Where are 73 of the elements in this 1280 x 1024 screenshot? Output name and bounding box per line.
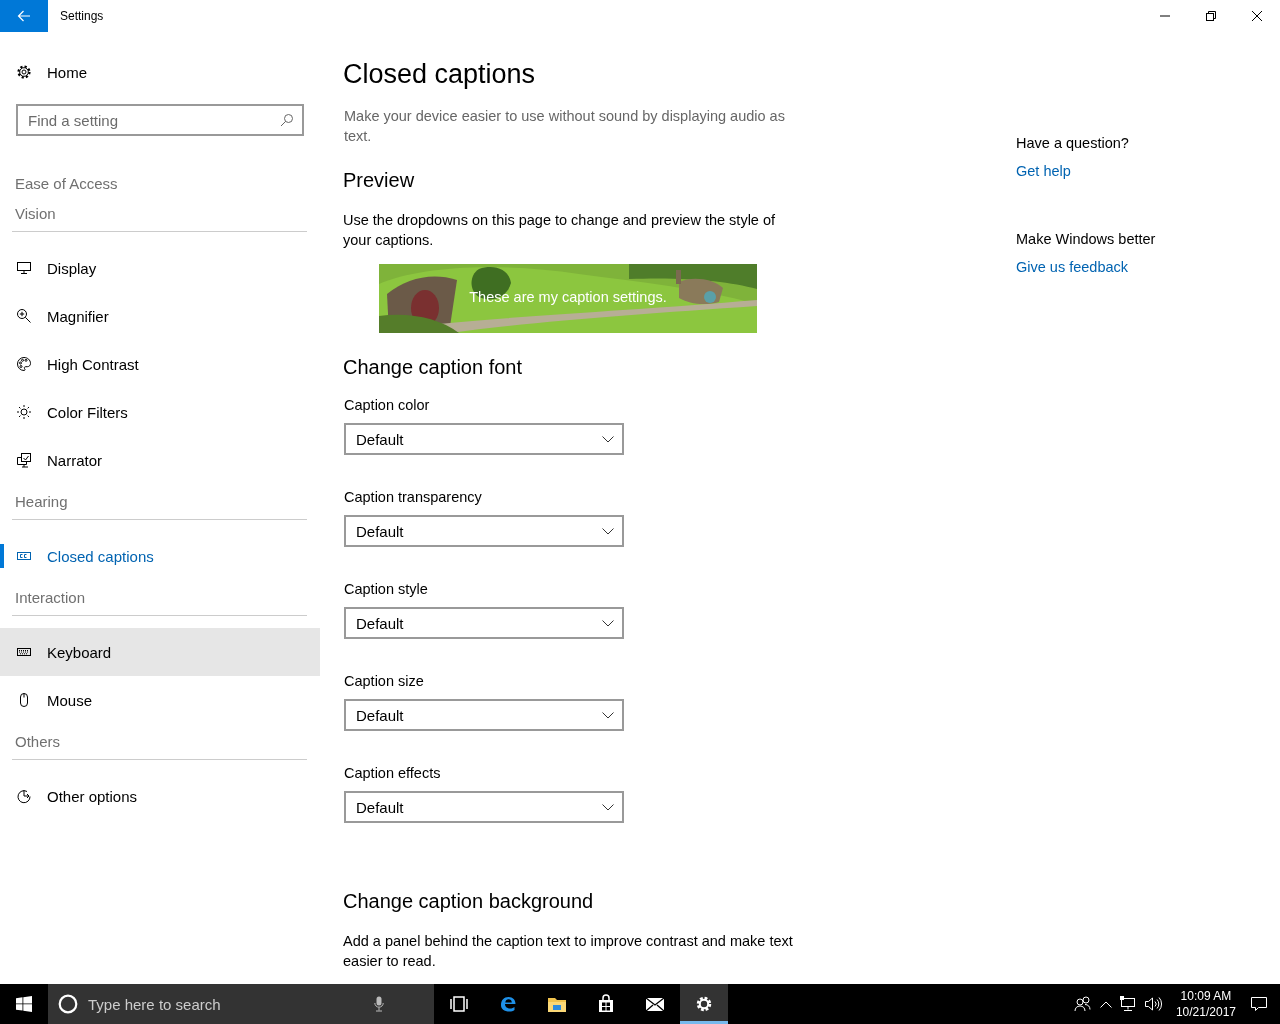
gear-icon [16,64,32,80]
page-title: Closed captions [343,58,537,91]
circle-icon [58,994,78,1014]
taskbar-button[interactable] [680,984,728,1024]
nav-item[interactable]: Keyboard [0,628,320,676]
microphone-icon [374,996,384,1012]
browser-icon [498,994,518,1014]
settings-icon [694,994,714,1014]
nav-item[interactable]: Narrator [0,436,320,484]
chevron-down-icon [602,619,614,627]
screen-reader-icon [16,452,32,468]
clock[interactable]: 10:09 AM 10/21/2017 [1175,988,1236,1020]
instruction-text: Use the dropdowns on this page to change and preview the style of your captions. [343,211,777,250]
help-heading: Have a question? [1016,134,1130,153]
chevron-up-icon[interactable] [1099,1000,1112,1008]
caption-text: These are my caption settings. [468,289,668,305]
dropdown[interactable]: Default [344,699,624,731]
restore-icon [1206,11,1216,21]
field-label: Caption size [344,672,425,691]
group-heading: Hearing [12,484,307,520]
field-label: Caption transparency [344,488,483,507]
taskbar-search-field[interactable]: Type here to search [48,984,434,1024]
help-link[interactable]: Get help [1016,160,1156,182]
search-placeholder: Type here to search [88,995,222,1013]
field-label: Caption effects [344,764,442,783]
nav-item[interactable]: Color Filters [0,388,320,436]
window-title: Settings [60,9,105,23]
nav-item[interactable]: High Contrast [0,340,320,388]
dropdown[interactable]: Default [344,515,624,547]
notifications-icon[interactable] [1250,996,1268,1012]
power-clock-icon [16,788,32,804]
store-icon [596,994,616,1014]
chevron-down-icon [602,711,614,719]
search-icon [280,113,294,127]
nav-item[interactable]: Mouse [0,676,320,724]
people-icon[interactable] [1073,996,1092,1012]
search-field[interactable]: Find a setting [16,104,304,136]
sun-icon [16,404,32,420]
nav-item[interactable]: Magnifier [0,292,320,340]
palette-icon [16,356,32,372]
chevron-down-icon [602,435,614,443]
section-title: Ease of Access [15,174,119,194]
section-heading: Change caption background [343,889,595,914]
help-link[interactable]: Give us feedback [1016,256,1156,278]
field-label: Caption style [344,580,429,599]
clock-time: 10:09 AM [1179,988,1233,1004]
back-arrow-icon [17,10,31,22]
nav-item[interactable]: Display [0,244,320,292]
magnifier-icon [16,308,32,324]
monitor-icon [16,260,32,276]
group-heading: Interaction [12,580,307,616]
volume-icon[interactable] [1143,996,1162,1012]
section-heading: Preview [343,168,416,193]
clock-date: 10/21/2017 [1175,1004,1236,1020]
instruction-text: Add a panel behind the caption text to improve contrast and make text easier to read. [343,932,794,971]
dropdown[interactable]: Default [344,423,624,455]
network-icon[interactable] [1119,996,1136,1012]
field-label: Caption color [344,396,431,415]
description: Make your device easier to use without sound by displaying audio as text. [344,107,786,146]
help-heading: Make Windows better [1016,230,1156,249]
chevron-down-icon [602,527,614,535]
group-heading: Vision [12,196,307,232]
close-icon [1252,11,1262,21]
home-link[interactable]: Home [0,48,320,96]
nav-item[interactable]: Closed captions [0,532,320,580]
dropdown[interactable]: Default [344,607,624,639]
nav-item[interactable]: Other options [0,772,320,820]
chevron-down-icon [602,803,614,811]
task-view-icon [449,994,469,1014]
section-heading: Change caption font [343,355,524,380]
group-heading: Others [12,724,307,760]
windows-logo-icon[interactable] [16,996,32,1012]
dropdown[interactable]: Default [344,791,624,823]
